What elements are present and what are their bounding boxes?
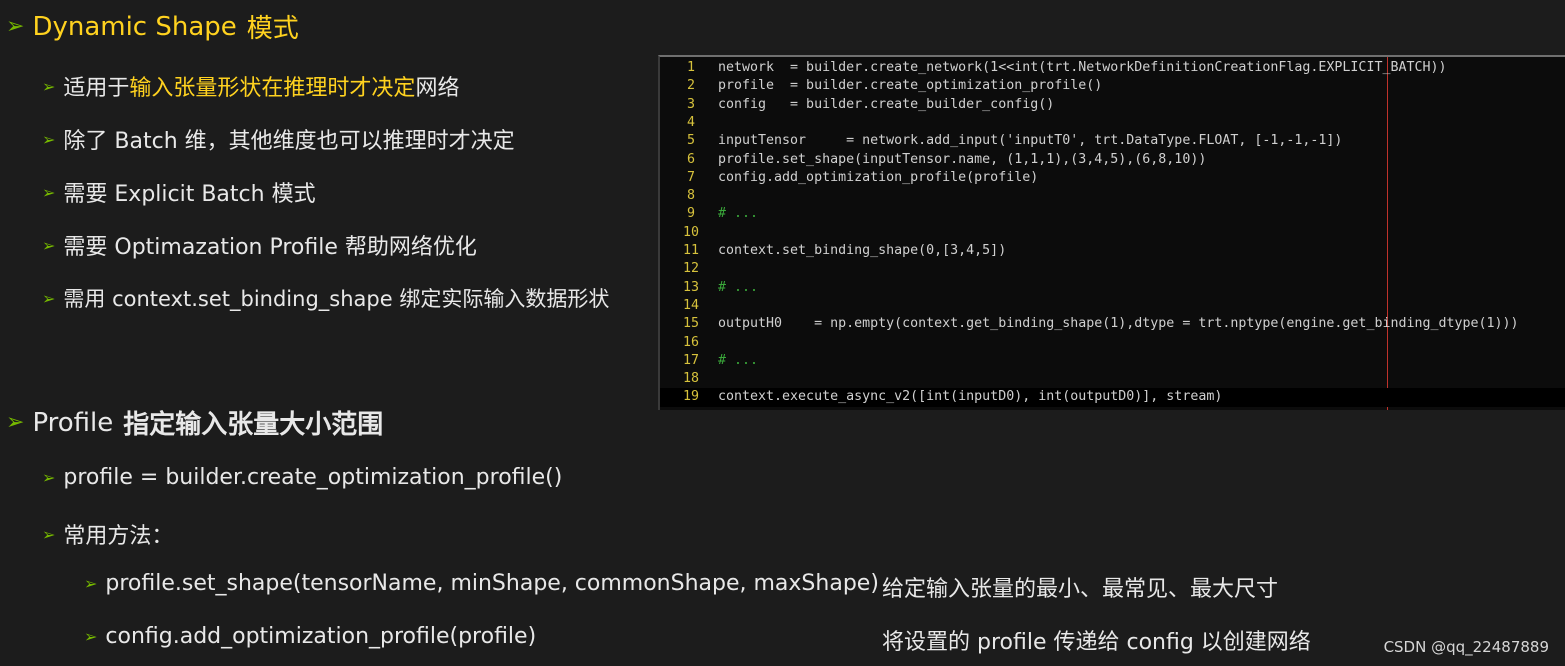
section-title-profile: ➢ Profile 指定输入张量大小范围 — [6, 404, 383, 441]
code-text: profile.set_shape(inputTensor.name, (1,1… — [718, 151, 1207, 167]
code-line: 9 # ... — [660, 205, 1565, 223]
bullet-1-highlight: 输入张量形状在推理时才决定 — [129, 76, 416, 101]
profile-methods-text: 常用方法： — [63, 524, 174, 549]
code-line: 5 inputTensor = network.add_input('inputT… — [660, 132, 1565, 150]
line-number: 7 — [686, 169, 695, 185]
code-line: 3 config = builder.create_builder_config(… — [660, 96, 1565, 114]
bullet-1-prefix: 适用于 — [63, 76, 130, 101]
code-text: profile = builder.create_optimization_pr… — [718, 78, 1103, 94]
code-line: 18 — [660, 370, 1565, 388]
line-number: 11 — [682, 243, 699, 258]
code-line: 13 # ... — [660, 279, 1565, 297]
bullet-arrow-icon: ➢ — [6, 410, 25, 435]
code-text: inputTensor = network.add_input('inputT0… — [718, 133, 1343, 149]
code-line: 4 — [660, 114, 1565, 132]
section-title-text: Dynamic Shape — [32, 11, 237, 42]
bullet-5: ➢ 需用 context.set_binding_shape 绑定实际输入数据形… — [42, 283, 609, 313]
watermark: CSDN @qq_22487889 — [1383, 638, 1549, 656]
method-description: 将设置的 profile 传递给 config 以创建网络 — [882, 630, 1311, 655]
line-number: 4 — [686, 114, 695, 130]
section-title-text: Profile — [32, 407, 114, 438]
code-text: network = builder.create_network(1<<int(… — [718, 60, 1447, 75]
code-line: 6 profile.set_shape(inputTensor.name, (1,… — [660, 151, 1565, 169]
bullet-arrow-icon: ➢ — [42, 129, 56, 149]
code-text: config = builder.create_builder_config() — [718, 96, 1055, 112]
code-line: 14 — [660, 297, 1565, 315]
line-number: 14 — [682, 297, 699, 313]
code-text: outputH0 = np.empty(context.get_binding_… — [718, 316, 1519, 332]
code-comment: # ... — [718, 352, 759, 368]
section-title-dynamic-shape: ➢ Dynamic Shape 模式 — [6, 8, 299, 45]
method-code: config.add_optimization_profile(profile) — [105, 624, 537, 649]
line-number: 3 — [686, 96, 695, 112]
line-number: 13 — [682, 279, 699, 295]
bullet-arrow-icon: ➢ — [42, 468, 56, 487]
bullet-arrow-icon: ➢ — [6, 14, 25, 39]
line-number: 6 — [686, 151, 695, 167]
line-number: 1 — [686, 60, 695, 75]
code-panel: 1 network = builder.create_network(1<<int… — [658, 55, 1565, 410]
code-line-current: 19 context.execute_async_v2([int(inputD0)… — [660, 388, 1565, 407]
code-line: 7 config.add_optimization_profile(profile… — [660, 169, 1565, 187]
line-number: 5 — [686, 133, 695, 149]
line-number: 18 — [682, 371, 699, 387]
bullet-arrow-icon: ➢ — [84, 574, 98, 593]
method-code: profile.set_shape(tensorName, minShape, … — [105, 571, 879, 596]
code-comment: # ... — [718, 279, 759, 295]
bullet-1-suffix: 网络 — [415, 76, 460, 101]
line-number: 2 — [686, 78, 695, 94]
code-comment: # ... — [718, 206, 759, 222]
code-text: context.execute_async_v2([int(inputD0), … — [718, 389, 1223, 405]
bullet-3-text: 需要 Explicit Batch 模式 — [63, 182, 316, 207]
method-add-profile: ➢ config.add_optimization_profile(profil… — [84, 624, 536, 649]
bullet-2-text: 除了 Batch 维，其他维度也可以推理时才决定 — [63, 129, 515, 154]
bullet-3: ➢ 需要 Explicit Batch 模式 — [42, 176, 316, 208]
line-number: 10 — [682, 224, 699, 240]
code-line: 1 network = builder.create_network(1<<int… — [660, 59, 1565, 77]
line-number: 15 — [682, 316, 699, 332]
bullet-arrow-icon: ➢ — [42, 76, 56, 96]
bullet-arrow-icon: ➢ — [84, 627, 98, 646]
code-line: 8 — [660, 187, 1565, 205]
code-line: 2 profile = builder.create_optimization_p… — [660, 77, 1565, 95]
section-title-suffix: 指定输入张量大小范围 — [123, 410, 384, 440]
code-line: 17 # ... — [660, 352, 1565, 370]
line-number: 9 — [686, 206, 695, 222]
bullet-1: ➢ 适用于 输入张量形状在推理时才决定 网络 — [42, 70, 459, 102]
line-number: 12 — [682, 261, 699, 277]
line-number: 17 — [682, 352, 699, 368]
code-line: 10 — [660, 224, 1565, 242]
bullet-arrow-icon: ➢ — [42, 524, 56, 544]
code-text: context.set_binding_shape(0,[3,4,5]) — [718, 243, 1007, 258]
method-description: 给定输入张量的最小、最常见、最大尺寸 — [882, 577, 1279, 602]
bullet-5-text: 需用 context.set_binding_shape 绑定实际输入数据形状 — [63, 287, 610, 311]
code-line: 12 — [660, 260, 1565, 278]
profile-bullet-create: ➢ profile = builder.create_optimization_… — [42, 465, 562, 490]
bullet-arrow-icon: ➢ — [42, 288, 56, 308]
bullet-2: ➢ 除了 Batch 维，其他维度也可以推理时才决定 — [42, 123, 515, 155]
code-line: 11 context.set_binding_shape(0,[3,4,5]) — [660, 242, 1565, 260]
line-number: 8 — [686, 188, 695, 204]
bullet-arrow-icon: ➢ — [42, 235, 56, 255]
code-line: 16 — [660, 334, 1565, 352]
line-number: 19 — [682, 389, 699, 405]
section-title-suffix: 模式 — [246, 14, 299, 44]
profile-create-text: profile = builder.create_optimization_pr… — [63, 465, 563, 490]
bullet-4: ➢ 需要 Optimazation Profile 帮助网络优化 — [42, 229, 477, 261]
method-set-shape: ➢ profile.set_shape(tensorName, minShape… — [84, 571, 879, 596]
code-line: 15 outputH0 = np.empty(context.get_bindin… — [660, 315, 1565, 333]
bullet-4-text: 需要 Optimazation Profile 帮助网络优化 — [63, 235, 477, 260]
bullet-arrow-icon: ➢ — [42, 182, 56, 202]
line-number: 16 — [682, 334, 699, 350]
code-text: config.add_optimization_profile(profile) — [718, 169, 1039, 185]
profile-bullet-methods: ➢ 常用方法： — [42, 518, 173, 550]
